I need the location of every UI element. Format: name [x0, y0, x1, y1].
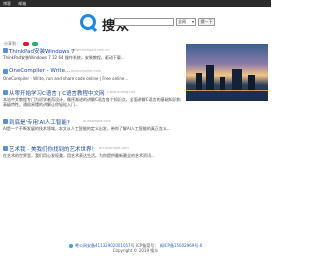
result-link-icon — [3, 90, 8, 95]
share-label: 分享到： — [4, 41, 20, 46]
result-item: 艺术我 - 美我们你找到的艺术世界！ art.example.com 在艺术的世… — [3, 145, 181, 165]
result-item: ThinkPad安装Windows 7 www.thinkpad.com.cn … — [3, 47, 181, 63]
building-shape — [248, 75, 255, 91]
search-logo-icon — [80, 14, 96, 30]
building-shape — [206, 65, 214, 91]
topbar-link-mail[interactable]: 邮箱 — [18, 1, 26, 6]
wechat-icon[interactable] — [31, 42, 38, 46]
water-shape — [186, 91, 268, 101]
building-shape — [220, 77, 225, 91]
icp-record-link[interactable]: 闽ICP备15002969号-6 — [160, 243, 203, 248]
result-desc: AI是一个不断发展的技术领域，本文从人工智能的定义出发，带你了解AI人工智能的真… — [3, 126, 171, 131]
topbar-link-blog[interactable]: 博客 — [3, 1, 11, 6]
result-meta: onecompiler.com — [71, 69, 102, 73]
hero-city-image[interactable] — [186, 44, 268, 101]
weibo-icon[interactable] — [23, 42, 30, 46]
result-title[interactable]: 从零开始学习C语言 | C语言教程中文网 — [9, 89, 105, 97]
result-meta: art.example.com — [99, 146, 129, 150]
result-meta: www.thinkpad.com.cn — [71, 48, 110, 52]
result-link-icon — [3, 48, 8, 53]
result-link-icon — [3, 146, 8, 151]
result-desc: OneCompiler - Write, run and share code … — [3, 76, 129, 81]
copyright-text: Copyright © 2019 搜众 — [112, 248, 159, 253]
building-shape — [196, 73, 202, 91]
result-meta: c.biancheng.net — [107, 90, 136, 94]
result-desc: ThinkPad安装Windows 7 32 64 操作系统，安装教程，驱动下载… — [3, 55, 125, 60]
result-title[interactable]: ThinkPad安装Windows 7 — [9, 47, 75, 55]
result-desc: 在艺术的世界里，我们用心发现美，用艺术表达生活。为你提供最新最全的艺术资讯... — [3, 153, 155, 158]
result-link-icon — [3, 69, 8, 74]
result-title[interactable]: 到底是'专用'AI人工智能? — [9, 118, 70, 126]
footer: 粤公网安备41132902001057号 ICP备案号： 闽ICP备150029… — [0, 243, 271, 253]
result-desc: 本站中文教程专门为初学者而设计，循序渐进的讲解C语言各个知识点，全面讲解C语言的… — [3, 97, 181, 107]
search-input[interactable] — [114, 18, 174, 26]
building-shape — [232, 69, 242, 91]
result-title[interactable]: 艺术我 - 美我们你找到的艺术世界！ — [9, 145, 97, 153]
result-item: 到底是'专用'AI人工智能? ai.example.com AI是一个不断发展的… — [3, 118, 181, 140]
results-list: ThinkPad安装Windows 7 www.thinkpad.com.cn … — [3, 47, 181, 170]
result-link-icon — [3, 119, 8, 124]
search-scope-select[interactable]: 全网 — [176, 18, 196, 26]
police-badge-icon — [68, 244, 73, 248]
result-item: 从零开始学习C语言 | C语言教程中文网 c.biancheng.net 本站中… — [3, 89, 181, 113]
search-button[interactable]: 搜一下 — [198, 18, 215, 26]
result-title[interactable]: OneCompiler - Write... — [9, 68, 70, 74]
result-meta: ai.example.com — [83, 119, 111, 123]
result-item: OneCompiler - Write... onecompiler.com O… — [3, 68, 181, 84]
top-bar: 博客 邮箱 — [0, 0, 271, 7]
